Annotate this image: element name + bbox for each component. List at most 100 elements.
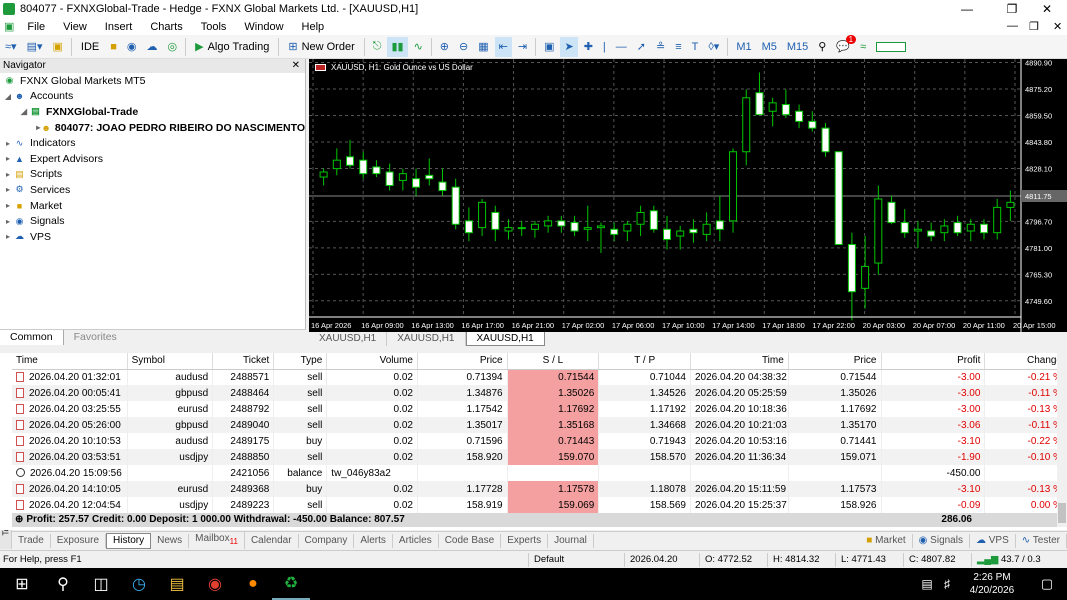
tab-exposure[interactable]: Exposure (51, 533, 107, 548)
expand-icon[interactable]: ▸ (3, 170, 13, 179)
close-button[interactable]: ✕ (1027, 0, 1067, 18)
maximize-button[interactable]: ❐ (992, 0, 1032, 18)
shapes-icon[interactable]: ◊▾ (704, 37, 723, 57)
crosshair-icon[interactable]: ✚ (580, 37, 597, 57)
trendline-icon[interactable]: ➚ (633, 37, 650, 57)
tab-experts[interactable]: Experts (501, 533, 549, 548)
templates-icon[interactable]: ▤▾ (23, 37, 47, 57)
search-icon[interactable]: ⚲ (44, 568, 82, 600)
menu-window[interactable]: Window (235, 21, 292, 33)
table-row[interactable]: 2026.04.20 15:09:56 2421056 balance tw_046y… (12, 465, 1067, 481)
column-header[interactable]: T / P (598, 353, 691, 370)
table-row[interactable]: 2026.04.20 03:25:55 eurusd 2488792 sell 0.02… (12, 401, 1067, 417)
autoscroll-icon[interactable]: ⇤ (494, 36, 512, 57)
channel-icon[interactable]: ≗ (652, 37, 669, 57)
metatrader-icon[interactable]: ♻ (272, 568, 310, 600)
tab-code-base[interactable]: Code Base (439, 533, 502, 548)
column-header[interactable]: Profit (881, 353, 986, 370)
action-center-icon[interactable]: ▢ (1027, 568, 1067, 600)
nav-vps[interactable]: ▸ ☁ VPS (0, 229, 305, 245)
menu-help[interactable]: Help (293, 21, 334, 33)
tab-calendar[interactable]: Calendar (245, 533, 299, 548)
nav-signals[interactable]: ▸ ◉ Signals (0, 213, 305, 229)
navigator-close-icon[interactable]: ✕ (292, 59, 300, 73)
screenshot-icon[interactable]: ▣ (540, 37, 558, 57)
tab-news[interactable]: News (151, 533, 190, 548)
vps-button[interactable]: ☁ VPS (970, 533, 1016, 548)
expand-icon[interactable]: ▸ (3, 185, 13, 194)
column-header[interactable]: Type (273, 353, 328, 370)
nav-services[interactable]: ▸ ⚙ Services (0, 182, 305, 198)
tab-company[interactable]: Company (299, 533, 355, 548)
table-row[interactable]: 2026.04.20 03:53:51 usdjpy 2488850 sell 0.02… (12, 449, 1067, 465)
vertical-line-icon[interactable]: | (599, 37, 610, 57)
timeframe-m15[interactable]: M15 (783, 37, 812, 57)
network-icon[interactable]: ▤ (917, 568, 937, 600)
menu-file[interactable]: File (18, 21, 54, 33)
nav-accounts[interactable]: ◢ ☻ Accounts (0, 89, 305, 105)
menu-view[interactable]: View (54, 21, 96, 33)
tile-windows-icon[interactable]: ▦ (474, 37, 492, 57)
chrome-icon[interactable]: ◉ (196, 568, 234, 600)
expand-icon[interactable]: ▸ (3, 217, 13, 226)
tab-trade[interactable]: Trade (12, 533, 51, 548)
text-icon[interactable]: T (688, 37, 703, 57)
tab-mailbox[interactable]: Mailbox11 (189, 532, 245, 549)
collapse-icon[interactable]: ◢ (19, 107, 29, 116)
table-row[interactable]: 2026.04.20 00:05:41 gbpusd 2488464 sell 0.02… (12, 385, 1067, 401)
cloud-icon[interactable]: ☁ (143, 37, 162, 57)
chart-tab[interactable]: XAUUSD,H1 (309, 332, 388, 346)
tester-button[interactable]: ∿ Tester (1016, 533, 1067, 548)
nav-root[interactable]: ◉ FXNX Global Markets MT5 (0, 73, 305, 89)
menu-insert[interactable]: Insert (96, 21, 142, 33)
status-profile[interactable]: Default (528, 552, 624, 567)
column-header[interactable]: Time (12, 353, 128, 370)
lock-icon[interactable]: ■ (106, 37, 121, 57)
column-header[interactable]: Symbol (127, 353, 214, 370)
chart-tab[interactable]: XAUUSD,H1 (387, 332, 466, 346)
tab-journal[interactable]: Journal (548, 533, 594, 548)
tab-alerts[interactable]: Alerts (354, 533, 393, 548)
chart-type-icon[interactable]: ≈▾ (1, 37, 21, 57)
nav-experts[interactable]: ▸ ▲ Expert Advisors (0, 151, 305, 167)
edge-icon[interactable]: ◷ (120, 568, 158, 600)
market-icon[interactable]: ▣ (48, 37, 66, 57)
tab-history[interactable]: History (106, 532, 152, 549)
menu-tools[interactable]: Tools (192, 21, 236, 33)
nav-scripts[interactable]: ▸ ▤ Scripts (0, 167, 305, 183)
expand-icon[interactable]: ▸ (3, 154, 13, 163)
expand-icon[interactable]: ▸ (3, 139, 13, 148)
algo-trading-button[interactable]: ▶ Algo Trading (190, 37, 274, 57)
mdi-icon[interactable]: ▣ (0, 20, 18, 33)
scrollbar[interactable] (1057, 353, 1067, 527)
scrollbar-thumb[interactable] (1058, 503, 1066, 523)
search-icon[interactable]: ⚲ (814, 37, 830, 57)
line-chart-icon[interactable]: ∿ (410, 37, 427, 57)
candlestick-icon[interactable]: ▮▮ (387, 36, 408, 57)
column-header[interactable]: Change (984, 353, 1067, 370)
fibonacci-icon[interactable]: ≡ (671, 37, 685, 57)
tab-articles[interactable]: Articles (393, 533, 439, 548)
column-header[interactable]: Time (690, 353, 789, 370)
minimize-button[interactable]: — (947, 0, 987, 18)
volume-icon[interactable]: ♯ (937, 568, 957, 600)
vps-icon[interactable]: ◎ (164, 37, 182, 57)
nav-market[interactable]: ▸ ■ Market (0, 198, 305, 214)
timeframe-m1[interactable]: M1 (732, 37, 755, 57)
file-explorer-icon[interactable]: ▤ (158, 568, 196, 600)
menu-charts[interactable]: Charts (141, 21, 191, 33)
new-order-button[interactable]: ⊞ New Order (283, 37, 359, 57)
collapse-icon[interactable]: ◢ (3, 92, 13, 101)
clock[interactable]: 2:26 PM 4/20/2026 (957, 571, 1027, 597)
column-header[interactable]: S / L (507, 353, 600, 370)
table-row[interactable]: 2026.04.20 10:10:53 audusd 2489175 buy 0.02 0… (12, 433, 1067, 449)
expand-icon[interactable]: ▸ (3, 201, 13, 210)
mdi-close-button[interactable]: ✕ (1044, 20, 1067, 33)
task-view-icon[interactable]: ◫ (82, 568, 120, 600)
table-row[interactable]: 2026.04.20 05:26:00 gbpusd 2489040 sell 0.02… (12, 417, 1067, 433)
cursor-icon[interactable]: ➤ (560, 36, 578, 57)
column-header[interactable]: Price (788, 353, 882, 370)
nav-account[interactable]: ▸ ☻ 804077: JOAO PEDRO RIBEIRO DO NASCIMEN… (0, 120, 305, 136)
market-button[interactable]: ■ Market (860, 533, 913, 548)
windows-start-icon[interactable]: ⊞ (0, 568, 44, 600)
